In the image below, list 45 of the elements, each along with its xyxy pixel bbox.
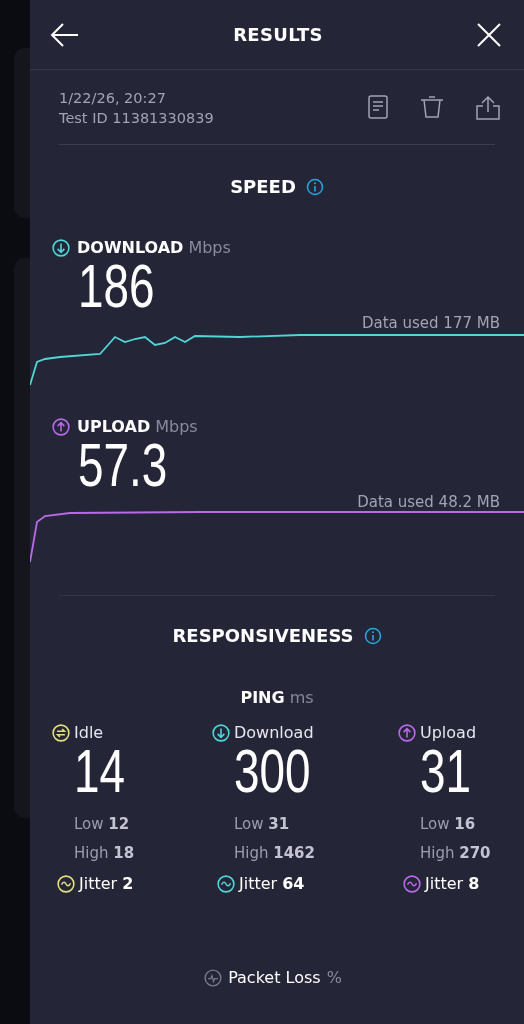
metric-unit: Mbps: [188, 238, 231, 258]
ping-value: 31: [420, 743, 472, 799]
section-title: SPEED: [230, 175, 296, 199]
screen-title: RESULTS: [233, 24, 323, 45]
jitter-value: Jitter 64: [239, 874, 305, 894]
ping-low: Low 16: [420, 814, 477, 834]
metric-label: DOWNLOAD: [77, 238, 184, 258]
arrows-icon: [52, 724, 70, 742]
ping-low: Low 31: [234, 814, 291, 834]
packet-loss-label: Packet Loss: [228, 968, 321, 988]
ping-label: Upload: [420, 723, 477, 743]
section-title: RESPONSIVENESS: [172, 624, 354, 648]
test-date: 1/22/26, 20:27: [59, 89, 167, 108]
data-used: Data used 48.2 MB: [357, 493, 500, 511]
ping-value: 14: [74, 743, 126, 799]
data-used: Data used 177 MB: [361, 314, 500, 332]
ping-value: 300: [234, 743, 311, 799]
ping-low: Low 12: [74, 814, 131, 834]
ping-high: High 18: [74, 843, 136, 863]
download-icon: [52, 239, 70, 257]
back-button[interactable]: [50, 21, 80, 48]
ping-unit: ms: [289, 688, 314, 708]
document-icon[interactable]: [367, 95, 389, 121]
metric-value: 186: [78, 258, 155, 314]
trash-icon[interactable]: [419, 95, 445, 121]
pulse-icon: [204, 969, 223, 987]
metric-value: 57.3: [78, 437, 168, 493]
metric-label: UPLOAD: [77, 417, 151, 437]
packet-loss-unit: %: [326, 968, 342, 988]
info-icon[interactable]: [363, 627, 382, 645]
share-icon[interactable]: [475, 95, 501, 121]
upload-icon: [52, 418, 70, 436]
test-id: Test ID 11381330839: [59, 109, 214, 128]
close-button[interactable]: [476, 21, 502, 48]
ping-label: PING: [240, 688, 285, 708]
ping-label: Download: [234, 723, 314, 743]
jitter-value: Jitter 8: [425, 874, 480, 894]
ping-high: High 1462: [234, 843, 316, 863]
download-icon: [212, 724, 230, 742]
ping-high: High 270: [420, 843, 492, 863]
metric-unit: Mbps: [155, 417, 198, 437]
ping-label: Idle: [74, 723, 104, 743]
upload-icon: [398, 724, 416, 742]
jitter-value: Jitter 2: [79, 874, 134, 894]
info-icon[interactable]: [305, 178, 324, 196]
